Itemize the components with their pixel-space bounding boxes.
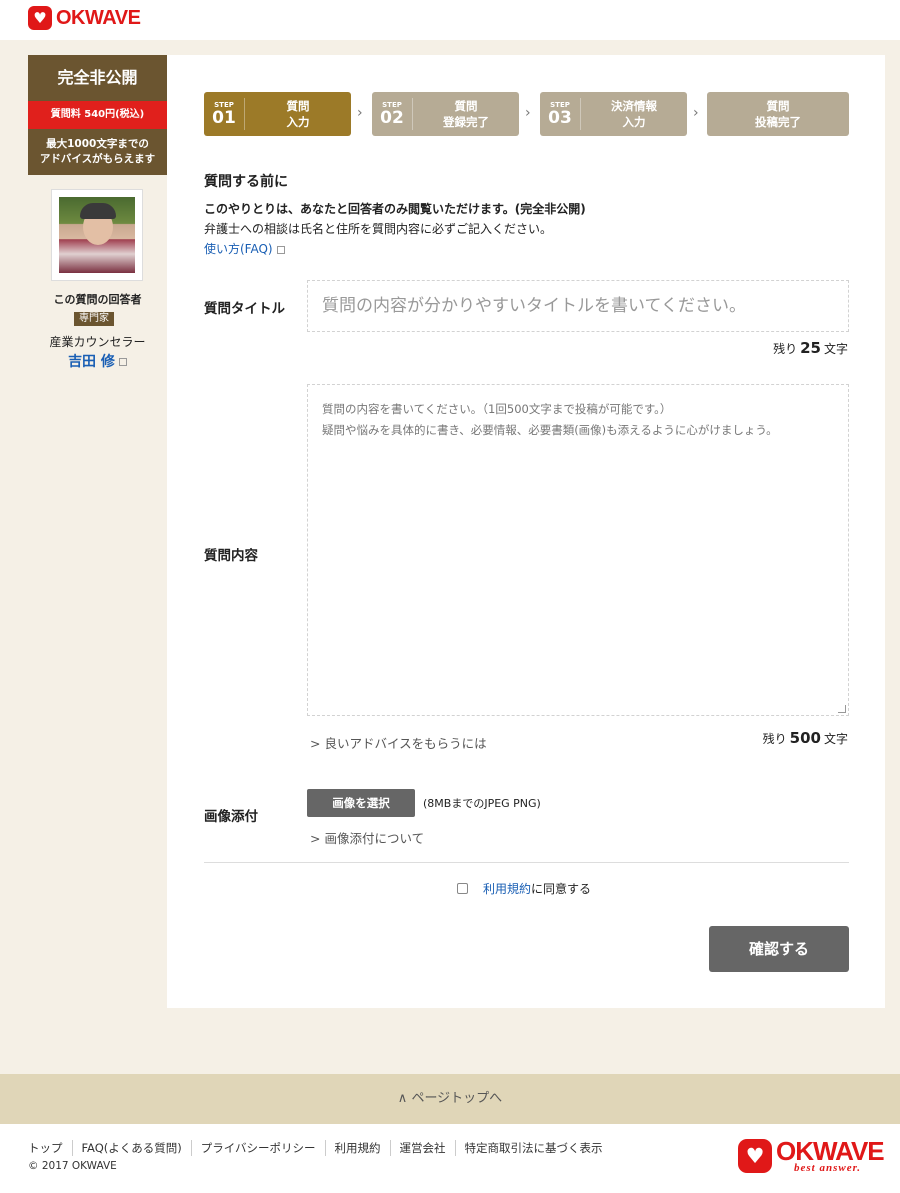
step-4: 質問 投稿完了 xyxy=(707,92,849,136)
answerer-name[interactable]: 吉田 修 xyxy=(68,354,115,370)
step-arrow-icon: › xyxy=(525,105,531,121)
title-input[interactable]: 質問の内容が分かりやすいタイトルを書いてください。 xyxy=(307,280,849,332)
footer-link-top[interactable]: トップ xyxy=(28,1140,72,1156)
question-form-panel: STEP 01 質問 入力 › STEP 02 質問 登録完了 › STEP 03 決済情… xyxy=(167,55,885,1008)
step-1-line1: 質問 xyxy=(286,99,310,113)
plan-description: 最大1000文字までの アドバイスがもらえます xyxy=(28,129,167,175)
heart-icon: ♥ xyxy=(738,1139,772,1173)
chevron-right-icon: > xyxy=(310,831,321,846)
step-1-number: 01 xyxy=(212,108,236,128)
heart-icon: ♥ xyxy=(28,6,52,30)
step-progress: STEP 01 質問 入力 › STEP 02 質問 登録完了 › STEP 03 決済情… xyxy=(204,92,849,136)
body-placeholder-line2: 疑問や悩みを具体的に書き、必要情報、必要書類(画像)も添えるように心がけましょう… xyxy=(322,423,778,437)
footer-link-faq[interactable]: FAQ(よくある質問) xyxy=(71,1140,191,1156)
site-footer: トップ FAQ(よくある質問) プライバシーポリシー 利用規約 運営会社 特定商… xyxy=(0,1124,900,1193)
answerer-label: この質問の回答者 xyxy=(53,293,142,306)
image-label: 画像添付 xyxy=(204,809,258,825)
section-heading: 質問する前に xyxy=(204,174,288,190)
step-4-line2: 投稿完了 xyxy=(755,115,801,129)
footer-link-commerce-law[interactable]: 特定商取引法に基づく表示 xyxy=(454,1140,612,1156)
title-remain-pre: 残り xyxy=(773,342,798,356)
terms-link[interactable]: 利用規約 xyxy=(483,880,531,897)
step-2: STEP 02 質問 登録完了 xyxy=(372,92,519,136)
body-remaining: 残り 500 文字 xyxy=(763,729,848,747)
terms-text: に同意する xyxy=(531,882,592,896)
external-link-icon xyxy=(276,245,285,254)
plan-desc-line1: 最大1000文字までの xyxy=(46,138,149,150)
plan-box: 完全非公開 質問料 540円(税込) 最大1000文字までの アドバイスがもらえ… xyxy=(28,55,167,175)
body-remain-pre: 残り xyxy=(762,732,787,746)
title-remaining: 残り 25 文字 xyxy=(773,339,848,357)
title-label: 質問タイトル xyxy=(204,301,285,317)
image-help-link-text[interactable]: 画像添付について xyxy=(324,831,424,846)
faq-link-text[interactable]: 使い方(FAQ) xyxy=(204,242,273,256)
title-remain-post: 文字 xyxy=(823,342,848,356)
image-help-link[interactable]: > 画像添付について xyxy=(310,828,424,847)
sidebar: 完全非公開 質問料 540円(税込) 最大1000文字までの アドバイスがもらえ… xyxy=(28,55,167,370)
privacy-notice: このやりとりは、あなたと回答者のみ閲覧いただけます。(完全非公開) xyxy=(204,202,586,216)
faq-link[interactable]: 使い方(FAQ) xyxy=(204,240,285,257)
lawyer-notice: 弁護士への相談は氏名と住所を質問内容に必ずご記入ください。 xyxy=(204,222,553,236)
copyright: © 2017 OKWAVE xyxy=(28,1160,117,1172)
external-link-icon xyxy=(118,358,127,366)
divider xyxy=(204,862,849,863)
step-4-line1: 質問 xyxy=(766,99,790,113)
footer-logo[interactable]: ♥ OKWAVE best answer. xyxy=(738,1136,886,1176)
body-remain-post: 文字 xyxy=(823,732,848,746)
confirm-button[interactable]: 確認する xyxy=(709,926,849,972)
chevron-right-icon: > xyxy=(310,736,321,751)
step-3-number: 03 xyxy=(548,108,572,128)
footer-link-privacy[interactable]: プライバシーポリシー xyxy=(190,1140,325,1156)
plan-desc-line2: アドバイスがもらえます xyxy=(39,153,156,165)
footer-links: トップ FAQ(よくある質問) プライバシーポリシー 利用規約 運営会社 特定商… xyxy=(28,1140,612,1156)
step-2-line1: 質問 xyxy=(454,99,478,113)
step-1-line2: 入力 xyxy=(286,115,310,129)
page-top-link[interactable]: ∧ ページトップへ xyxy=(0,1074,900,1124)
advice-link-text[interactable]: 良いアドバイスをもらうには xyxy=(324,736,486,751)
logo-text: OKWAVE xyxy=(56,6,141,29)
body-remain-count: 500 xyxy=(789,729,821,747)
step-2-line2: 登録完了 xyxy=(443,115,489,129)
step-arrow-icon: › xyxy=(357,105,363,121)
footer-logo-tagline: best answer. xyxy=(794,1162,862,1174)
answerer-photo xyxy=(59,197,135,273)
step-3: STEP 03 決済情報 入力 xyxy=(540,92,687,136)
expert-badge: 専門家 xyxy=(74,312,114,326)
select-image-button[interactable]: 画像を選択 xyxy=(307,789,415,817)
step-3-line1: 決済情報 xyxy=(611,99,657,113)
image-size-note: (8MBまでのJPEG PNG) xyxy=(423,797,541,810)
resize-handle-icon[interactable] xyxy=(838,705,846,713)
step-2-number: 02 xyxy=(380,108,404,128)
site-header: ♥ OKWAVE xyxy=(0,0,900,40)
body-placeholder-line1: 質問の内容を書いてください。（1回500文字まで投稿が可能です。） xyxy=(322,402,672,416)
step-arrow-icon: › xyxy=(693,105,699,121)
plan-title: 完全非公開 xyxy=(57,68,138,87)
step-3-line2: 入力 xyxy=(622,115,646,129)
footer-link-terms[interactable]: 利用規約 xyxy=(324,1140,390,1156)
answerer-job: 産業カウンセラー xyxy=(49,335,146,349)
terms-checkbox[interactable] xyxy=(457,883,468,894)
body-textarea[interactable]: 質問の内容を書いてください。（1回500文字まで投稿が可能です。） 疑問や悩みを… xyxy=(307,384,849,716)
footer-link-company[interactable]: 運営会社 xyxy=(389,1140,455,1156)
terms-agreement: 利用規約 に同意する xyxy=(457,880,591,897)
step-1: STEP 01 質問 入力 xyxy=(204,92,351,136)
answerer-avatar xyxy=(51,189,143,281)
advice-link[interactable]: > 良いアドバイスをもらうには xyxy=(310,733,487,752)
answerer-name-link[interactable]: 吉田 修 xyxy=(28,351,167,371)
title-remain-count: 25 xyxy=(800,339,821,357)
okwave-logo[interactable]: ♥ OKWAVE xyxy=(28,6,141,30)
body-label: 質問内容 xyxy=(204,548,258,564)
plan-price: 質問料 540円(税込) xyxy=(28,101,167,129)
